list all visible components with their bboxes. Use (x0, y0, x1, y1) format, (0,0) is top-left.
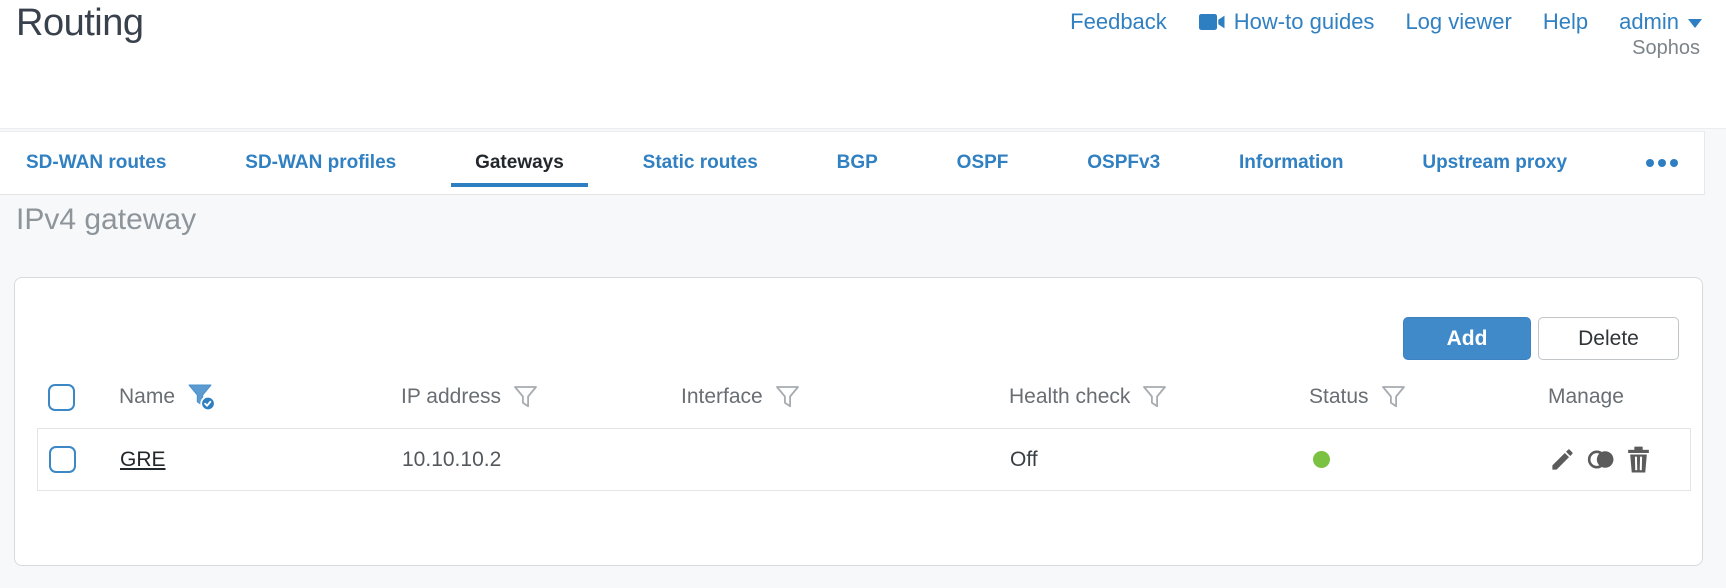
gateway-name-link[interactable]: GRE (120, 448, 166, 471)
tab-sd-wan-routes[interactable]: SD-WAN routes (26, 132, 166, 194)
filter-icon[interactable] (775, 385, 800, 409)
brand-label: Sophos (1632, 37, 1700, 59)
row-checkbox[interactable] (49, 446, 76, 473)
admin-menu[interactable]: admin (1619, 9, 1702, 35)
admin-username: admin (1619, 9, 1679, 34)
tab-upstream-proxy[interactable]: Upstream proxy (1422, 132, 1567, 194)
page-title: Routing (16, 2, 144, 44)
filter-icon[interactable] (1381, 385, 1406, 409)
filter-active-icon[interactable] (187, 383, 217, 412)
ipv4-gateway-card: Add Delete Name IP address Interface Hea… (14, 277, 1703, 566)
delete-trash-icon[interactable] (1626, 446, 1651, 473)
log-viewer-link[interactable]: Log viewer (1405, 9, 1511, 35)
gateway-health-check: Off (1010, 447, 1038, 471)
edit-pencil-icon[interactable] (1549, 446, 1576, 473)
tab-information[interactable]: Information (1239, 132, 1344, 194)
column-header-interface: Interface (681, 385, 763, 408)
video-camera-icon (1198, 13, 1225, 31)
column-header-ip-address: IP address (401, 385, 502, 408)
status-up-indicator (1313, 451, 1330, 468)
select-all-checkbox[interactable] (48, 383, 75, 411)
how-to-guides-link[interactable]: How-to guides (1198, 9, 1375, 35)
filter-icon[interactable] (1142, 385, 1167, 409)
page-header: Routing Feedback How-to guides Log viewe… (0, 0, 1726, 129)
how-to-guides-label: How-to guides (1233, 9, 1375, 34)
manage-actions (1549, 446, 1690, 473)
table-row: GRE 10.10.10.2 Off (37, 428, 1691, 491)
help-link[interactable]: Help (1543, 9, 1588, 35)
gateway-ip-address: 10.10.10.2 (402, 447, 502, 471)
tab-static-routes[interactable]: Static routes (643, 132, 758, 194)
tab-gateways[interactable]: Gateways (451, 132, 588, 194)
tab-bgp[interactable]: BGP (837, 132, 878, 194)
tab-bar: SD-WAN routes SD-WAN profiles Gateways S… (0, 131, 1705, 195)
column-header-name: Name (119, 385, 176, 408)
add-button[interactable]: Add (1403, 317, 1531, 360)
section-title: IPv4 gateway (16, 203, 197, 236)
tab-ospfv3[interactable]: OSPFv3 (1087, 132, 1160, 194)
header-nav: Feedback How-to guides Log viewer Help a… (1070, 9, 1702, 35)
tab-ospf[interactable]: OSPF (957, 132, 1009, 194)
table-header: Name IP address Interface Health check S… (37, 366, 1691, 428)
column-header-status: Status (1309, 385, 1369, 408)
chevron-down-icon (1688, 19, 1702, 28)
clone-icon[interactable] (1586, 446, 1616, 473)
filter-icon[interactable] (513, 385, 538, 409)
delete-button[interactable]: Delete (1538, 317, 1679, 360)
column-header-health-check: Health check (1009, 385, 1131, 408)
feedback-link[interactable]: Feedback (1070, 9, 1167, 35)
column-header-manage: Manage (1548, 385, 1624, 408)
tab-sd-wan-profiles[interactable]: SD-WAN profiles (245, 132, 396, 194)
more-tabs-ellipsis-icon[interactable] (1645, 132, 1678, 194)
